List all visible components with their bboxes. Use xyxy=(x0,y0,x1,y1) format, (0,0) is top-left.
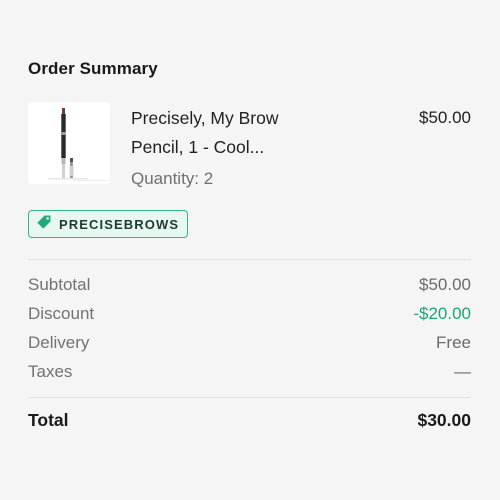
tag-icon xyxy=(36,214,52,235)
taxes-label: Taxes xyxy=(28,362,73,381)
total-row: Total $30.00 xyxy=(28,410,471,431)
product-name[interactable]: Precisely, My Brow Pencil, 1 - Cool... xyxy=(131,104,321,162)
delivery-row: Delivery Free xyxy=(28,333,471,353)
subtotal-row: Subtotal $50.00 xyxy=(28,275,471,295)
subtotal-value: $50.00 xyxy=(419,275,471,294)
total-value: $30.00 xyxy=(417,410,471,430)
product-quantity: Quantity: 2 xyxy=(131,169,214,188)
product-price: $50.00 xyxy=(419,108,471,127)
order-summary-title: Order Summary xyxy=(28,59,158,78)
divider xyxy=(28,397,471,398)
promo-code-text: PRECISEBROWS xyxy=(59,216,180,232)
taxes-row: Taxes — xyxy=(28,362,471,382)
subtotal-label: Subtotal xyxy=(28,275,91,294)
product-thumbnail xyxy=(28,102,110,184)
discount-row: Discount -$20.00 xyxy=(28,304,471,324)
order-summary: Order Summary Precisely, My Brow Pencil,… xyxy=(28,0,471,500)
promo-code-badge: PRECISEBROWS xyxy=(28,210,189,238)
delivery-label: Delivery xyxy=(28,333,90,352)
brow-pencil-image xyxy=(48,108,108,181)
total-label: Total xyxy=(28,410,69,430)
discount-label: Discount xyxy=(28,304,95,323)
divider xyxy=(28,259,471,260)
taxes-value: — xyxy=(454,362,471,381)
delivery-value: Free xyxy=(436,333,471,352)
discount-value: -$20.00 xyxy=(413,304,471,323)
